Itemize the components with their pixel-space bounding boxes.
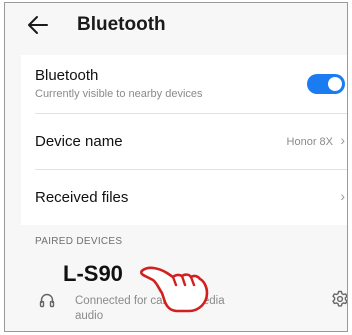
bluetooth-visibility-text: Currently visible to nearby devices (35, 88, 203, 100)
bluetooth-label: Bluetooth (35, 67, 99, 84)
headphone-icon (39, 293, 55, 308)
paired-device-name: L-S90 (63, 261, 123, 286)
pointing-hand-icon (139, 266, 209, 313)
gear-icon[interactable] (331, 290, 348, 308)
chevron-right-icon: › (340, 188, 345, 204)
device-name-row[interactable]: Device name Honor 8X › (21, 114, 347, 169)
top-bar: Bluetooth (5, 3, 347, 47)
device-name-value: Honor 8X (286, 136, 333, 148)
status-line-2: audio (75, 310, 104, 322)
device-name-label: Device name (35, 133, 123, 150)
switch-knob (328, 77, 342, 91)
chevron-right-icon: › (340, 132, 345, 148)
bluetooth-toggle-row[interactable]: Bluetooth Currently visible to nearby de… (21, 55, 347, 113)
paired-devices-heading: PAIRED DEVICES (35, 236, 123, 247)
bluetooth-switch[interactable] (307, 74, 345, 94)
settings-card: Bluetooth Currently visible to nearby de… (21, 55, 347, 225)
page-title: Bluetooth (77, 14, 166, 35)
received-files-label: Received files (35, 189, 129, 206)
back-arrow-icon[interactable] (27, 15, 49, 35)
received-files-row[interactable]: Received files › (21, 170, 347, 225)
screen-frame: Bluetooth Bluetooth Currently visible to… (4, 2, 348, 332)
